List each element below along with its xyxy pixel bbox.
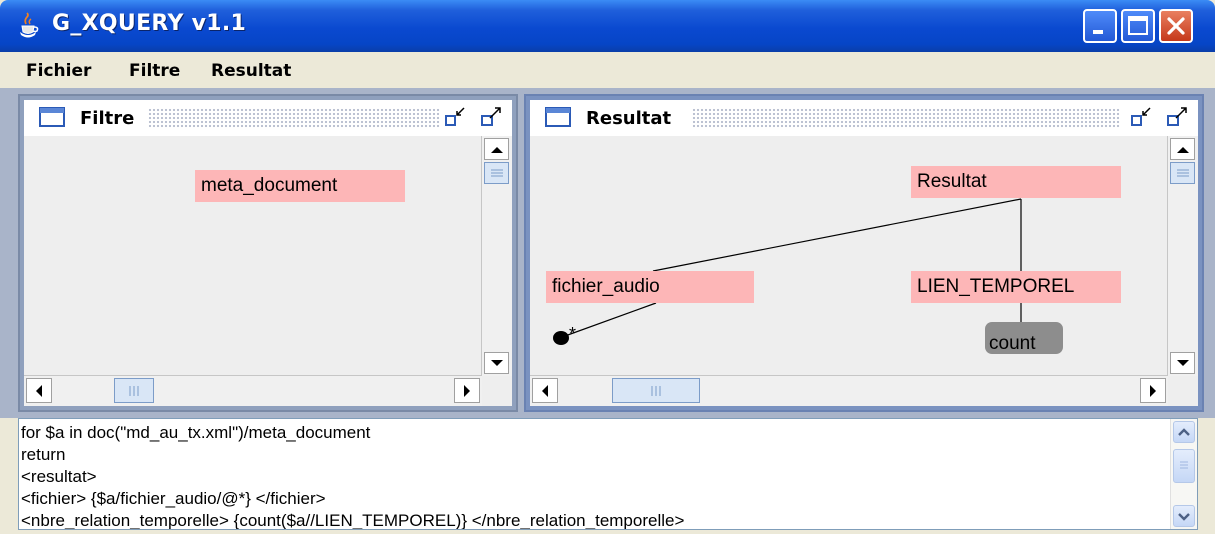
attribute-wildcard-label: * (569, 324, 577, 344)
edge-resultat-fichier-audio (652, 198, 1022, 272)
text-area-scrollbar[interactable] (1170, 419, 1197, 529)
xquery-text-area[interactable]: for $a in doc("md_au_tx.xml")/meta_docum… (18, 418, 1198, 530)
arrow-left-icon (542, 385, 548, 397)
scroll-corner (1168, 376, 1198, 406)
scroll-thumb[interactable] (484, 162, 509, 184)
scroll-up-button[interactable] (1170, 138, 1195, 160)
close-button[interactable] (1159, 9, 1193, 43)
filtre-frame[interactable]: Filtre meta_document (18, 94, 518, 412)
scroll-thumb[interactable] (1170, 162, 1195, 184)
menu-bar: Fichier Filtre Resultat (0, 52, 1215, 89)
resultat-frame-header[interactable]: Resultat (530, 100, 1198, 136)
scroll-thumb-horizontal[interactable] (114, 378, 154, 403)
scroll-right-button[interactable] (1140, 378, 1166, 403)
minimize-icon (1093, 30, 1103, 34)
scroll-up-button[interactable] (484, 138, 509, 160)
grip-lines-icon (1177, 169, 1189, 177)
vertical-scrollbar[interactable] (481, 136, 512, 376)
menu-filtre[interactable]: Filtre (129, 61, 180, 81)
grip-lines-icon (129, 386, 139, 396)
scroll-left-button[interactable] (26, 378, 52, 403)
filtre-frame-header[interactable]: Filtre (24, 100, 512, 136)
grip-lines-icon (491, 169, 503, 177)
horizontal-scrollbar[interactable] (24, 375, 482, 406)
query-line: <nbre_relation_temporelle> {count($a//LI… (21, 511, 685, 530)
query-line: <fichier> {$a/fichier_audio/@*} </fichie… (21, 489, 326, 508)
grip-lines-icon (1180, 461, 1188, 469)
maximize-frame-icon[interactable] (480, 106, 504, 130)
close-icon (1167, 17, 1185, 35)
scroll-up-button[interactable] (1173, 421, 1195, 443)
scroll-right-button[interactable] (454, 378, 480, 403)
maximize-frame-icon[interactable] (1166, 106, 1190, 130)
resultat-frame[interactable]: Resultat * Resultat fichier_audio LIEN_T… (524, 94, 1204, 412)
arrow-down-icon (1177, 360, 1189, 366)
scroll-left-button[interactable] (532, 378, 558, 403)
scroll-down-button[interactable] (1173, 505, 1195, 527)
query-line: for $a in doc("md_au_tx.xml")/meta_docum… (21, 423, 371, 442)
iconify-icon[interactable] (1130, 106, 1154, 130)
node-fichier-audio[interactable]: fichier_audio (546, 271, 754, 303)
minimize-button[interactable] (1083, 9, 1117, 43)
menu-resultat[interactable]: Resultat (211, 61, 291, 81)
attribute-dot (553, 331, 569, 345)
maximize-button[interactable] (1121, 9, 1155, 43)
frame-icon (545, 107, 571, 127)
title-grip (148, 108, 440, 128)
vertical-scrollbar[interactable] (1167, 136, 1198, 376)
arrow-down-icon (491, 360, 503, 366)
resultat-frame-title: Resultat (582, 108, 676, 129)
query-line: return (21, 445, 66, 464)
scroll-down-button[interactable] (1170, 352, 1195, 374)
title-bar[interactable]: G_XQUERY v1.1 (0, 0, 1215, 52)
node-resultat[interactable]: Resultat (911, 166, 1121, 198)
scroll-thumb[interactable] (1173, 449, 1195, 483)
java-cup-icon (20, 12, 39, 38)
edge-fichier-audio-attribute (564, 302, 657, 337)
filtre-canvas[interactable]: meta_document (24, 136, 512, 406)
frame-icon (39, 107, 65, 127)
maximize-icon (1128, 16, 1148, 35)
grip-lines-icon (651, 386, 661, 396)
arrow-up-icon (491, 147, 503, 153)
arrow-up-icon (1177, 147, 1189, 153)
chevron-down-icon (1178, 513, 1190, 521)
chevron-up-icon (1178, 428, 1190, 436)
title-grip (692, 108, 1120, 128)
scroll-down-button[interactable] (484, 352, 509, 374)
window-title: G_XQUERY v1.1 (52, 11, 247, 36)
node-meta-document[interactable]: meta_document (195, 170, 405, 202)
query-line: <resultat> (21, 467, 97, 486)
iconify-icon[interactable] (444, 106, 468, 130)
arrow-right-icon (464, 385, 470, 397)
horizontal-scrollbar[interactable] (530, 375, 1168, 406)
resultat-canvas[interactable]: * Resultat fichier_audio LIEN_TEMPOREL c… (530, 136, 1198, 406)
filtre-frame-title: Filtre (76, 108, 139, 129)
arrow-right-icon (1150, 385, 1156, 397)
arrow-left-icon (36, 385, 42, 397)
scroll-corner (482, 376, 512, 406)
node-count-function[interactable]: count (985, 322, 1063, 354)
scroll-thumb-horizontal[interactable] (612, 378, 700, 403)
node-lien-temporel[interactable]: LIEN_TEMPOREL (911, 271, 1121, 303)
menu-fichier[interactable]: Fichier (26, 61, 91, 81)
